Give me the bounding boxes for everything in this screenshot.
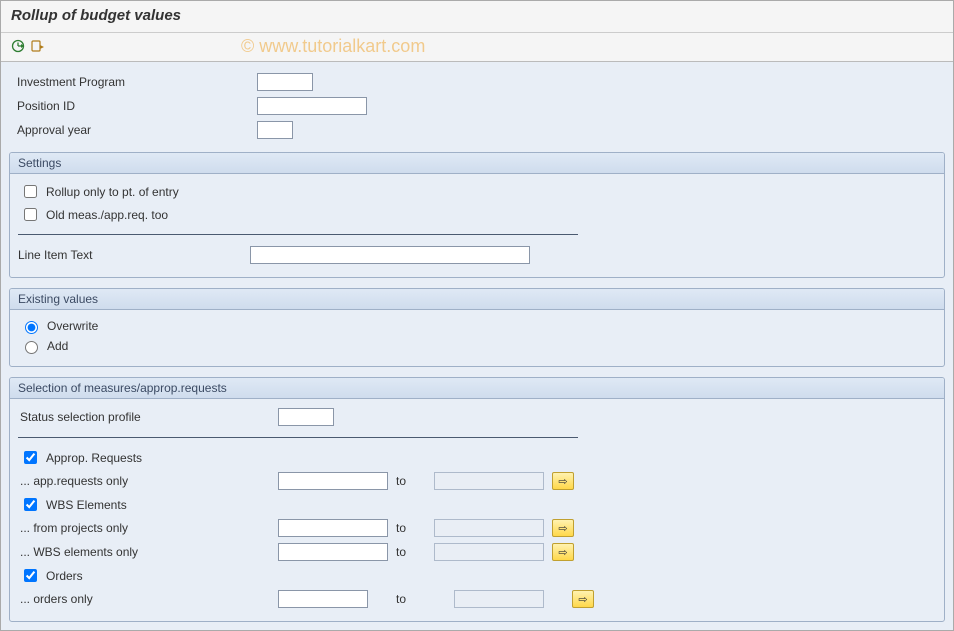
input-app-requests-to[interactable] — [434, 472, 544, 490]
row-wbs-elements-only: ... WBS elements only to ⇨ — [18, 540, 936, 564]
separator — [18, 437, 578, 438]
row-old-meas: Old meas./app.req. too — [18, 203, 936, 226]
label-overwrite: Overwrite — [47, 319, 98, 333]
label-old-meas: Old meas./app.req. too — [46, 208, 168, 222]
checkbox-old-meas[interactable] — [24, 208, 37, 221]
input-status-profile[interactable] — [278, 408, 334, 426]
row-line-item-text: Line Item Text — [18, 243, 936, 267]
row-rollup-only: Rollup only to pt. of entry — [18, 180, 936, 203]
multiple-selection-button[interactable]: ⇨ — [552, 519, 574, 537]
checkbox-rollup-only[interactable] — [24, 185, 37, 198]
row-approp-requests: Approp. Requests — [18, 446, 936, 469]
arrow-right-icon: ⇨ — [558, 475, 567, 488]
page-title: Rollup of budget values — [1, 1, 953, 33]
row-overwrite: Overwrite — [18, 316, 936, 336]
label-wbs-elements-only: ... WBS elements only — [20, 545, 270, 559]
window: © www.tutorialkart.com Rollup of budget … — [0, 0, 954, 631]
row-status-profile: Status selection profile — [18, 405, 936, 429]
input-wbs-elements-from[interactable] — [278, 543, 388, 561]
multiple-selection-button[interactable]: ⇨ — [572, 590, 594, 608]
multiple-selection-button[interactable]: ⇨ — [552, 543, 574, 561]
label-line-item-text: Line Item Text — [18, 248, 250, 262]
group-settings-title: Settings — [10, 153, 944, 174]
label-status-profile: Status selection profile — [20, 410, 270, 424]
row-add: Add — [18, 336, 936, 356]
group-existing-values-title: Existing values — [10, 289, 944, 310]
row-orders-only: ... orders only to ⇨ — [18, 587, 936, 611]
group-existing-values: Existing values Overwrite Add — [9, 288, 945, 367]
input-investment-program[interactable] — [257, 73, 313, 91]
checkbox-orders[interactable] — [24, 569, 37, 582]
group-selection: Selection of measures/approp.requests St… — [9, 377, 945, 622]
input-app-requests-from[interactable] — [278, 472, 388, 490]
label-orders-only: ... orders only — [20, 592, 270, 606]
row-from-projects-only: ... from projects only to ⇨ — [18, 516, 936, 540]
row-position-id: Position ID — [9, 94, 945, 118]
arrow-right-icon: ⇨ — [558, 546, 567, 559]
execute-icon[interactable] — [9, 37, 27, 55]
row-orders: Orders — [18, 564, 936, 587]
separator — [18, 234, 578, 235]
input-approval-year[interactable] — [257, 121, 293, 139]
multiple-selection-button[interactable]: ⇨ — [552, 472, 574, 490]
row-app-requests-only: ... app.requests only to ⇨ — [18, 469, 936, 493]
input-orders-from[interactable] — [278, 590, 368, 608]
arrow-right-icon: ⇨ — [578, 593, 587, 606]
label-to: to — [396, 474, 426, 488]
radio-add[interactable] — [25, 341, 38, 354]
label-approp-requests: Approp. Requests — [46, 451, 142, 465]
input-from-projects-to[interactable] — [434, 519, 544, 537]
get-variant-icon[interactable] — [29, 37, 47, 55]
label-rollup-only: Rollup only to pt. of entry — [46, 185, 179, 199]
content-area: Investment Program Position ID Approval … — [1, 62, 953, 630]
input-line-item-text[interactable] — [250, 246, 530, 264]
input-from-projects-from[interactable] — [278, 519, 388, 537]
label-to: to — [396, 592, 426, 606]
input-wbs-elements-to[interactable] — [434, 543, 544, 561]
label-from-projects-only: ... from projects only — [20, 521, 270, 535]
row-wbs-elements: WBS Elements — [18, 493, 936, 516]
input-orders-to[interactable] — [454, 590, 544, 608]
label-add: Add — [47, 339, 68, 353]
toolbar — [1, 33, 953, 62]
input-position-id[interactable] — [257, 97, 367, 115]
label-app-requests-only: ... app.requests only — [20, 474, 270, 488]
label-approval-year: Approval year — [17, 123, 257, 137]
row-approval-year: Approval year — [9, 118, 945, 142]
group-settings: Settings Rollup only to pt. of entry Old… — [9, 152, 945, 278]
arrow-right-icon: ⇨ — [558, 522, 567, 535]
label-to: to — [396, 521, 426, 535]
label-position-id: Position ID — [17, 99, 257, 113]
label-wbs-elements: WBS Elements — [46, 498, 127, 512]
label-investment-program: Investment Program — [17, 75, 257, 89]
group-selection-title: Selection of measures/approp.requests — [10, 378, 944, 399]
radio-overwrite[interactable] — [25, 321, 38, 334]
label-orders: Orders — [46, 569, 83, 583]
checkbox-approp-requests[interactable] — [24, 451, 37, 464]
label-to: to — [396, 545, 426, 559]
checkbox-wbs-elements[interactable] — [24, 498, 37, 511]
row-investment-program: Investment Program — [9, 70, 945, 94]
